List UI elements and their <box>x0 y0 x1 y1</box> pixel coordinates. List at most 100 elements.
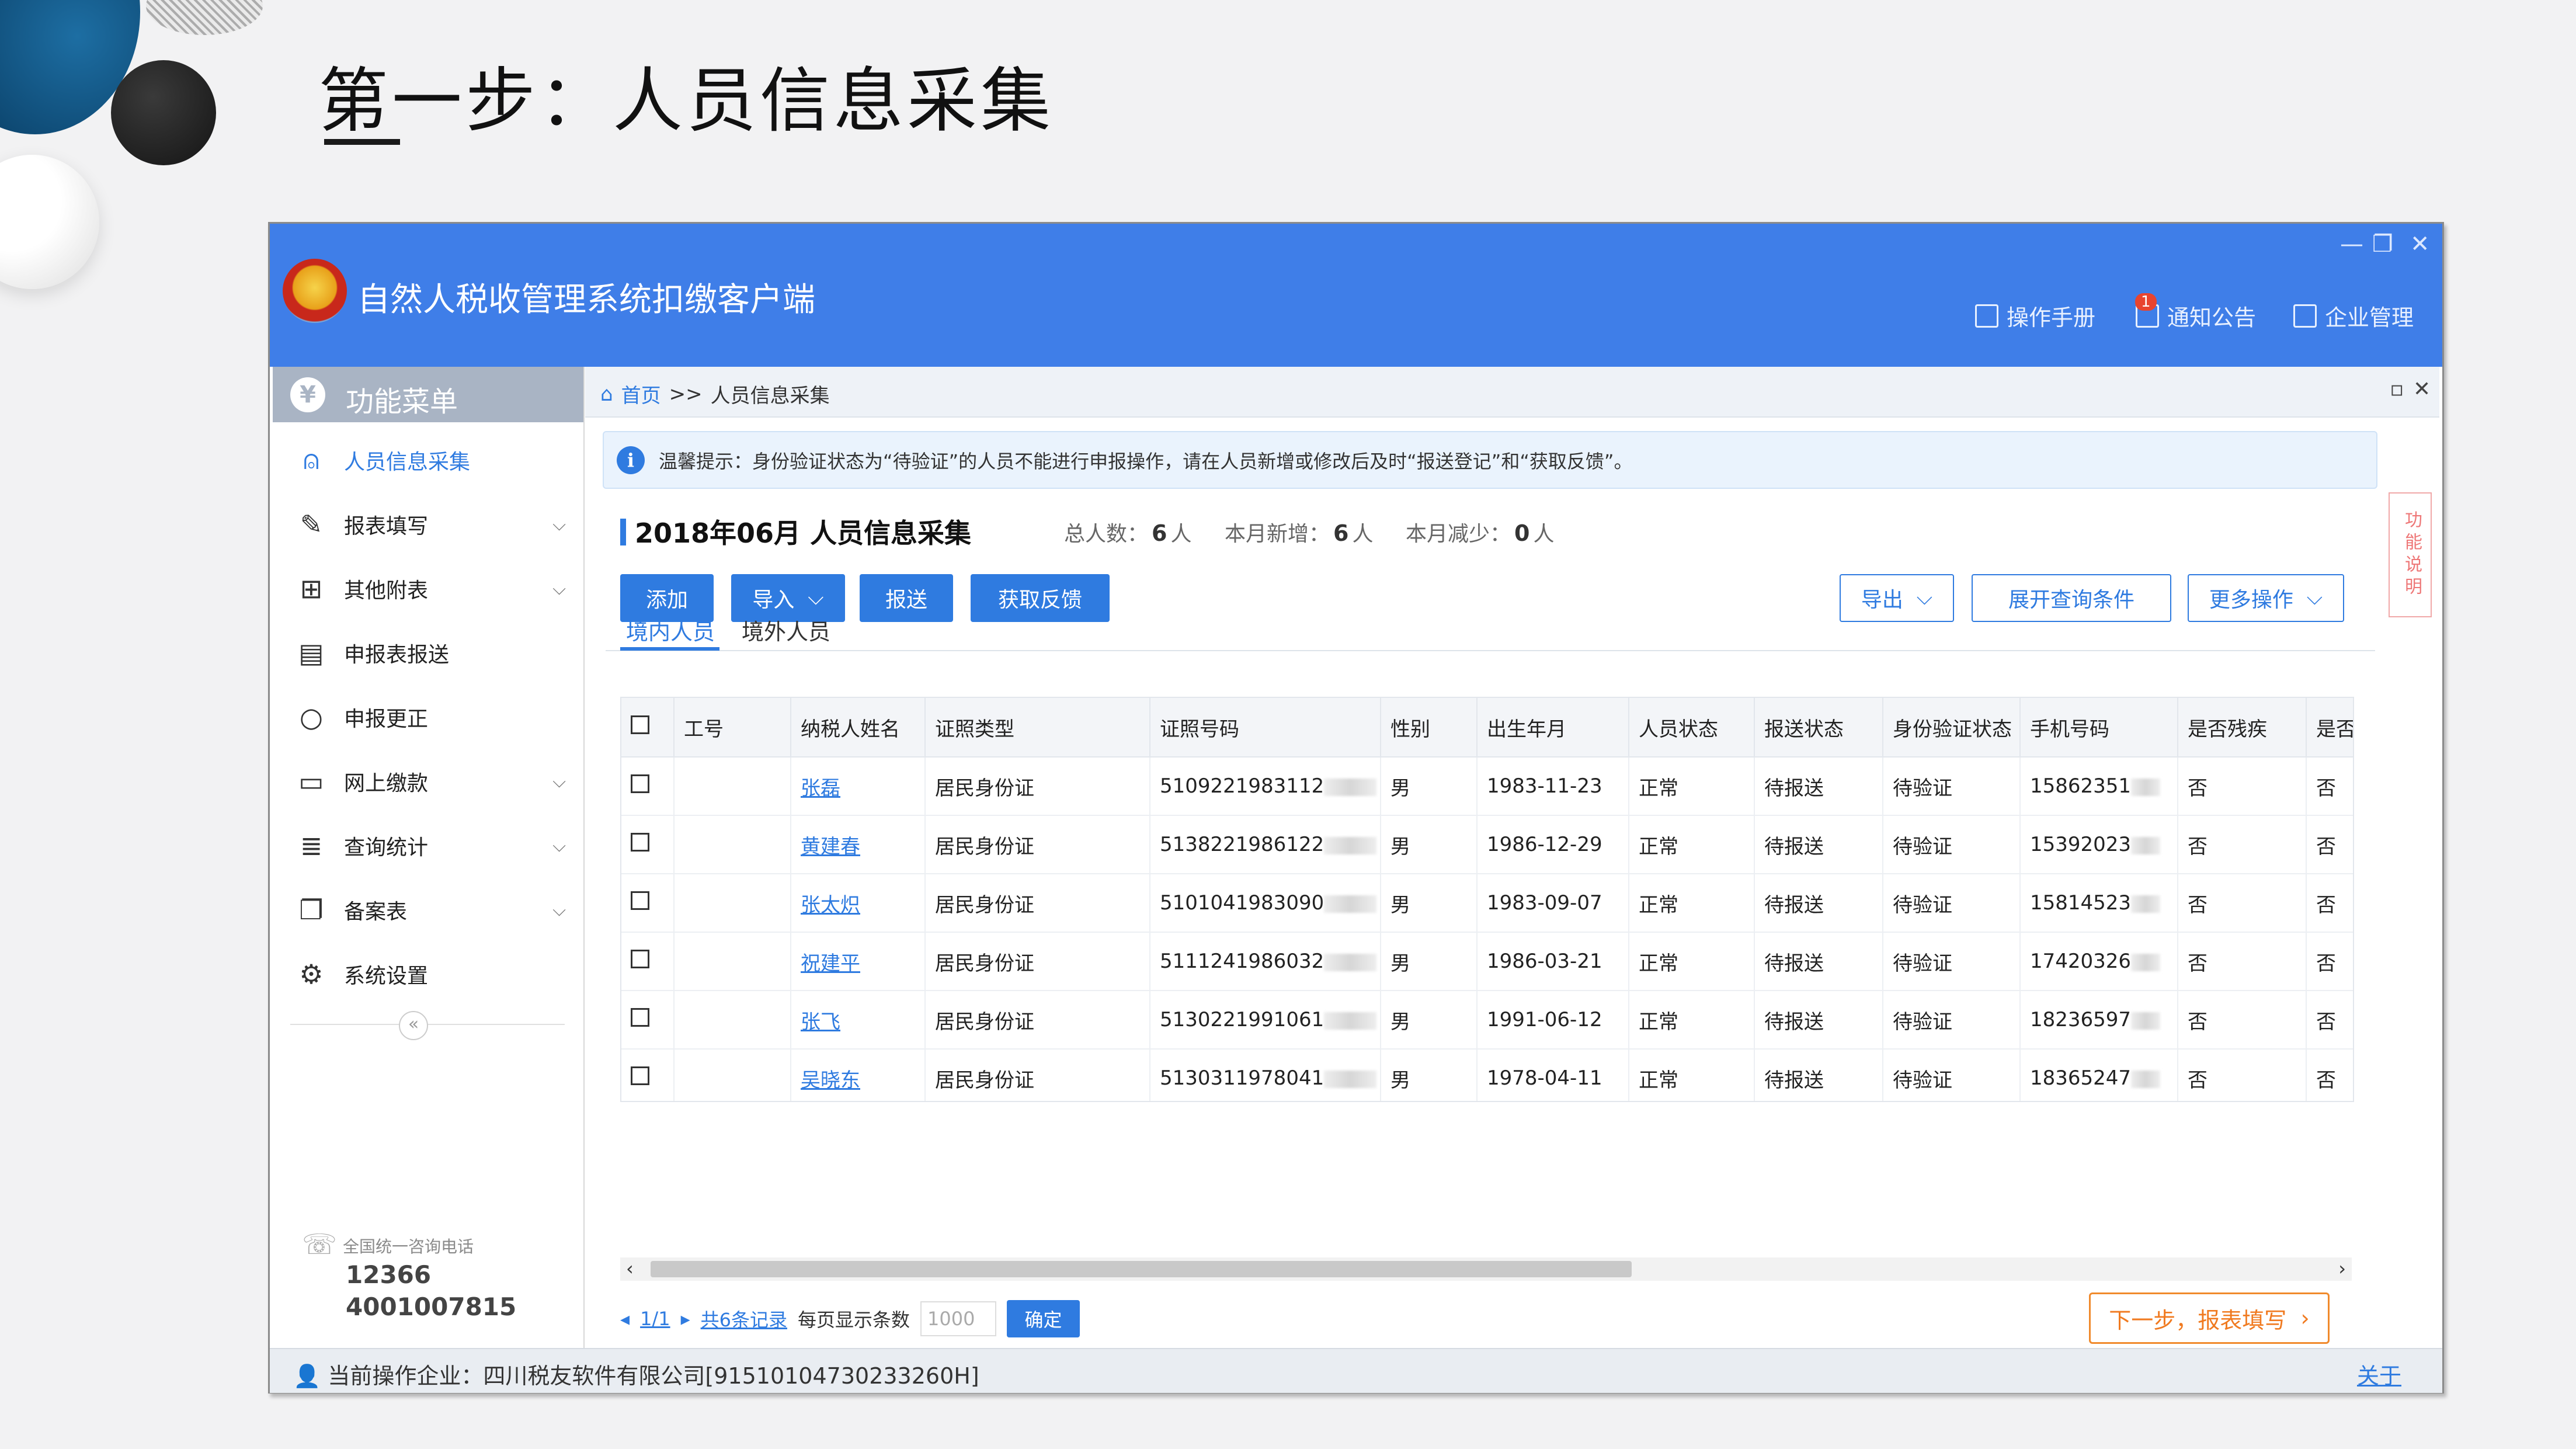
breadcrumb-home[interactable]: 首页 <box>621 380 661 408</box>
mail-icon: 1 <box>2135 293 2159 328</box>
manual-link[interactable]: 操作手册 <box>1975 300 2095 332</box>
sidebar-item-declaration-submit[interactable]: ▤ 申报表报送 <box>273 624 583 682</box>
per-page-input[interactable]: 1000 <box>920 1301 997 1336</box>
row-checkbox[interactable] <box>631 949 649 968</box>
select-all-cell[interactable] <box>621 698 675 757</box>
row-checkbox[interactable] <box>631 1007 649 1027</box>
sidebar-item-personnel[interactable]: ⍝ 人员信息采集 <box>273 431 583 489</box>
notice-link[interactable]: 1 通知公告 <box>2135 293 2256 332</box>
row-checkbox-cell[interactable] <box>621 1049 675 1101</box>
col-header[interactable]: 是否 <box>2306 698 2353 757</box>
decorative-circle-white <box>0 155 99 289</box>
tab-foreign[interactable]: 境外人员 <box>742 614 830 646</box>
maximize-panel-icon[interactable]: ▫ <box>2390 377 2404 401</box>
redacted-mask <box>2131 1012 2161 1030</box>
close-button[interactable]: ✕ <box>2410 231 2430 258</box>
tab-domestic[interactable]: 境内人员 <box>626 614 715 646</box>
chevron-down-icon: ⌵ <box>2306 586 2323 610</box>
id-number: 5109221983112 <box>1160 774 1324 798</box>
table-row[interactable]: 吴晓东 居民身份证 5130311978041 男 1978-04-11 正常 待报送 待验证… <box>621 1049 2353 1101</box>
table-row[interactable]: 黄建春 居民身份证 5138221986122 男 1986-12-29 正常 待报送 待验证… <box>621 815 2353 874</box>
row-checkbox-cell[interactable] <box>621 757 675 816</box>
restore-button[interactable]: ❐ <box>2372 231 2393 258</box>
export-button[interactable]: 导出 ⌵ <box>1840 574 1954 622</box>
redacted-mask <box>2131 1070 2161 1088</box>
more-actions-button[interactable]: 更多操作 ⌵ <box>2188 574 2344 622</box>
taxpayer-name-link[interactable]: 张磊 <box>801 777 840 800</box>
table-row[interactable]: 祝建平 居民身份证 5111241986032 男 1986-03-21 正常 待报送 待验证… <box>621 932 2353 991</box>
col-header[interactable]: 报送状态 <box>1754 698 1883 757</box>
cell-submit-status: 待报送 <box>1754 932 1883 991</box>
close-tab-icon[interactable]: ✕ <box>2413 377 2431 401</box>
sidebar-item-online-payment[interactable]: ▭ 网上缴款 ⌵ <box>273 752 583 811</box>
cell-status: 正常 <box>1629 991 1755 1050</box>
col-header[interactable]: 是否残疾 <box>2178 698 2307 757</box>
chevron-down-icon: ⌵ <box>552 514 566 535</box>
col-header[interactable]: 工号 <box>674 698 791 757</box>
scroll-right-icon[interactable]: › <box>2338 1257 2346 1280</box>
sidebar-item-filing[interactable]: ❐ 备案表 ⌵ <box>273 881 583 939</box>
col-header[interactable]: 身份验证状态 <box>1883 698 2021 757</box>
query-list-icon: ≣ <box>300 830 323 861</box>
sidebar-item-query-stats[interactable]: ≣ 查询统计 ⌵ <box>273 816 583 875</box>
row-checkbox[interactable] <box>631 774 649 793</box>
col-header[interactable]: 纳税人姓名 <box>791 698 926 757</box>
taxpayer-name-link[interactable]: 吴晓东 <box>801 1069 860 1092</box>
table-row[interactable]: 张飞 居民身份证 5130221991061 男 1991-06-12 正常 待报送 待验证 1… <box>621 991 2353 1050</box>
taxpayer-name-link[interactable]: 黄建春 <box>801 835 860 859</box>
taxpayer-name-link[interactable]: 祝建平 <box>801 952 860 975</box>
export-label: 导出 <box>1861 588 1903 612</box>
id-number: 5130221991061 <box>1160 1008 1324 1031</box>
page-indicator[interactable]: 1/1 <box>640 1308 670 1330</box>
col-header[interactable]: 性别 <box>1381 698 1478 757</box>
about-link[interactable]: 关于 <box>2357 1358 2401 1390</box>
id-number: 5138221986122 <box>1160 833 1324 856</box>
select-all-checkbox[interactable] <box>631 715 649 734</box>
col-header[interactable]: 出生年月 <box>1477 698 1629 757</box>
scroll-left-icon[interactable]: ‹ <box>626 1257 634 1280</box>
sidebar: ¥ 功能菜单 ⍝ 人员信息采集 ✎ 报表填写 ⌵ ⊞ 其他附表 ⌵ ▤ 申报表报… <box>273 367 585 1348</box>
sidebar-item-declaration-correct[interactable]: ○ 申报更正 <box>273 688 583 746</box>
get-feedback-button[interactable]: 获取反馈 <box>971 574 1110 622</box>
col-header[interactable]: 人员状态 <box>1629 698 1755 757</box>
next-step-label: 下一步，报表填写 <box>2109 1307 2287 1333</box>
taxpayer-name-link[interactable]: 张飞 <box>801 1010 840 1034</box>
sidebar-item-settings[interactable]: ⚙ 系统设置 <box>273 945 583 1003</box>
row-checkbox-cell[interactable] <box>621 815 675 874</box>
row-checkbox[interactable] <box>631 1066 649 1085</box>
breadcrumb-bar: ⌂ 首页 >> 人员信息采集 ▫ ✕ <box>585 367 2439 418</box>
taxpayer-name-link[interactable]: 张太炽 <box>801 894 860 917</box>
gear-icon: ⚙ <box>299 958 324 990</box>
collapse-sidebar-button[interactable]: « <box>399 1011 428 1040</box>
sidebar-item-report-fill[interactable]: ✎ 报表填写 ⌵ <box>273 495 583 554</box>
row-checkbox[interactable] <box>631 832 649 852</box>
chevron-down-icon: ⌵ <box>808 586 824 610</box>
next-page-icon[interactable]: ▸ <box>681 1308 690 1330</box>
company-manage-link[interactable]: 企业管理 <box>2293 300 2414 332</box>
minimize-button[interactable]: — <box>2340 231 2363 258</box>
breadcrumb: ⌂ 首页 >> 人员信息采集 <box>600 380 830 408</box>
prev-page-icon[interactable]: ◂ <box>620 1308 630 1330</box>
row-checkbox-cell[interactable] <box>621 874 675 933</box>
row-checkbox-cell[interactable] <box>621 932 675 991</box>
next-step-button[interactable]: 下一步，报表填写 › <box>2089 1292 2330 1344</box>
col-header[interactable]: 证照号码 <box>1150 698 1381 757</box>
expand-query-button[interactable]: 展开查询条件 <box>1972 574 2171 622</box>
table-row[interactable]: 张磊 居民身份证 5109221983112 男 1983-11-23 正常 待报送 待验证 1… <box>621 757 2353 816</box>
cell-submit-status: 待报送 <box>1754 1049 1883 1101</box>
submit-button[interactable]: 报送 <box>860 574 953 622</box>
row-checkbox-cell[interactable] <box>621 991 675 1050</box>
row-checkbox[interactable] <box>631 891 649 910</box>
table-row[interactable]: 张太炽 居民身份证 5101041983090 男 1983-09-07 正常 待报送 待验证… <box>621 874 2353 933</box>
sidebar-item-other-schedules[interactable]: ⊞ 其他附表 ⌵ <box>273 560 583 618</box>
cell-disabled: 否 <box>2178 1049 2307 1101</box>
cell-gender: 男 <box>1381 1049 1478 1101</box>
confirm-page-button[interactable]: 确定 <box>1007 1300 1080 1337</box>
chevron-down-icon: ⌵ <box>552 578 566 599</box>
col-header[interactable]: 手机号码 <box>2020 698 2178 757</box>
horizontal-scrollbar[interactable]: ‹ › <box>620 1257 2352 1281</box>
scrollbar-thumb[interactable] <box>651 1261 1632 1277</box>
decorative-mesh <box>146 0 263 35</box>
col-header[interactable]: 证照类型 <box>925 698 1150 757</box>
help-side-tab[interactable]: 功能说明 <box>2389 492 2432 617</box>
